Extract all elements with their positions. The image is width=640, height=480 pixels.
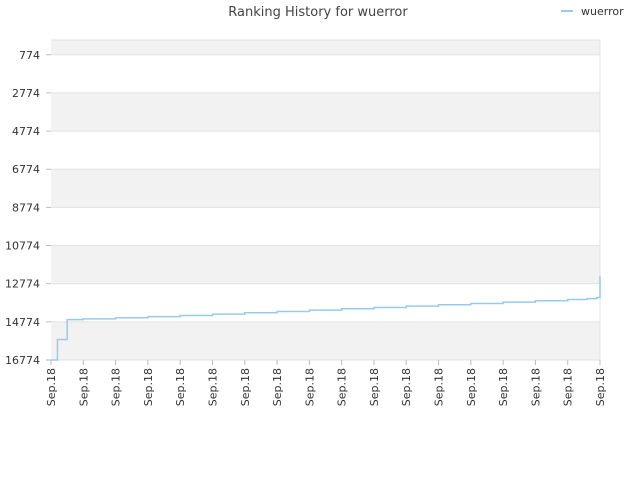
x-tick-label: Sep.18 [239,368,252,406]
x-tick-label: Sep.18 [110,368,123,406]
chart-title: Ranking History for wuerror [228,5,408,20]
x-tick-label: Sep.18 [400,368,413,406]
grid-band [51,54,600,93]
grid-band [51,131,600,170]
x-tick-label: Sep.18 [465,368,478,406]
grid-bands [51,40,600,360]
x-tick-label: Sep.18 [174,368,187,406]
grid-band [51,40,600,55]
y-tick-label: 2774 [12,87,40,100]
x-axis: Sep.18 Sep.18 Sep.18 Sep.18 Sep.18 Sep.18 Sep.… [45,360,607,406]
x-tick-label: Sep.18 [206,368,219,406]
x-tick-label: Sep.18 [336,368,349,406]
x-tick-label: Sep.18 [529,368,542,406]
grid-band [51,207,600,246]
x-tick-label: Sep.18 [142,368,155,406]
grid-band [51,169,600,208]
x-tick-label: Sep.18 [433,368,446,406]
y-tick-label: 10774 [5,240,40,253]
x-tick-label: Sep.18 [594,368,607,406]
x-tick-label: Sep.18 [497,368,510,406]
legend-label: wuerror [581,5,624,18]
x-tick-label: Sep.18 [271,368,284,406]
y-tick-label: 774 [19,49,40,62]
x-tick-label: Sep.18 [368,368,381,406]
x-tick-label: Sep.18 [562,368,575,406]
y-tick-label: 4774 [12,125,40,138]
grid-band [51,92,600,132]
grid-band [51,321,600,360]
x-tick-label: Sep.18 [45,368,58,406]
y-tick-label: 8774 [12,201,40,214]
legend[interactable]: wuerror [561,5,624,18]
y-tick-label: 14774 [5,316,40,329]
y-tick-label: 16774 [5,354,40,367]
y-tick-label: 12774 [5,278,40,291]
y-tick-label: 6774 [12,163,40,176]
x-tick-label: Sep.18 [77,368,90,406]
grid-band [51,245,600,284]
x-tick-label: Sep.18 [303,368,316,406]
y-axis: 774 2774 4774 6774 8774 10774 12774 14774 16774 [5,49,51,367]
ranking-chart: 774277447746774877410774127741477416774 … [5,5,624,406]
